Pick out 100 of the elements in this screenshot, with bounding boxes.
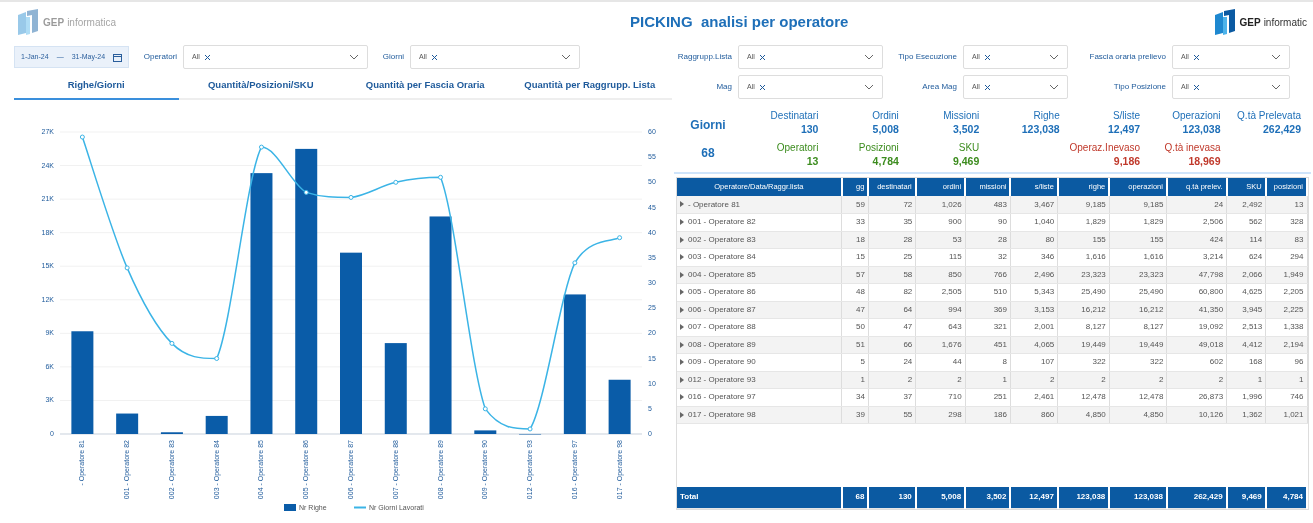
table-cell: 1,829	[1057, 213, 1110, 231]
expand-icon[interactable]	[680, 306, 684, 313]
clear-icon[interactable]	[983, 53, 991, 61]
table-cell: 643	[915, 318, 966, 336]
bar	[205, 415, 228, 434]
kpi-value: 4,784	[871, 154, 899, 169]
chevron-icon	[1271, 54, 1281, 60]
filter-label: Tipo Esecuzione	[897, 51, 957, 63]
table-cell: 9,185	[1057, 196, 1110, 214]
table-cell: 82	[868, 283, 916, 301]
kpi-value: 5,008	[871, 122, 899, 137]
tab[interactable]: Quantità per Fascia Oraria	[343, 77, 508, 100]
expand-icon[interactable]	[680, 411, 684, 418]
table-cell: 1,616	[1057, 248, 1110, 266]
logo-text: GEP	[43, 15, 65, 30]
table-cell: 1,829	[1109, 213, 1167, 231]
kpi-label: Ordini	[871, 110, 899, 122]
total-cell: 68	[841, 486, 869, 509]
kpi-value: 130	[799, 122, 819, 137]
table-cell: 294	[1265, 248, 1307, 266]
table-cell: 322	[1057, 353, 1110, 371]
expand-icon[interactable]	[680, 236, 684, 243]
chevron-icon	[864, 84, 874, 90]
kpi-label: Giorni	[690, 117, 726, 134]
filter-label: Giorni	[381, 51, 405, 63]
table-cell: 35	[868, 213, 916, 231]
kpi-label: Operazioni	[1171, 110, 1221, 122]
data-point	[348, 194, 354, 200]
filter-label: Mag	[715, 81, 732, 93]
logo-text: GEP	[1239, 15, 1261, 30]
total-cell: 130	[868, 486, 916, 509]
total-cell: 4,784	[1265, 486, 1307, 509]
chevron-icon	[561, 54, 572, 60]
table-cell: 710	[915, 388, 966, 406]
chevron-icon	[864, 54, 874, 60]
expand-icon[interactable]	[680, 219, 684, 226]
table-cell: 003 - Operatore 84	[688, 252, 756, 262]
kpi-value: 123,038	[1181, 122, 1221, 137]
bar	[608, 379, 631, 434]
table-cell: 2,513	[1226, 318, 1266, 336]
tab[interactable]: Quantità per Raggrupp. Lista	[507, 77, 672, 100]
expand-icon[interactable]	[680, 201, 684, 208]
total-cell: 5,008	[915, 486, 966, 509]
table-cell: 002 - Operatore 83	[688, 234, 756, 244]
kpi-label: Q.tà Prelevata	[1236, 110, 1301, 122]
table-cell: 25	[868, 248, 916, 266]
data-point	[527, 426, 533, 432]
tab[interactable]: Quantità/Posizioni/SKU	[178, 77, 343, 100]
table-cell: - Operatore 81	[688, 199, 741, 209]
table-cell: 15	[841, 248, 869, 266]
table-cell: 90	[965, 213, 1011, 231]
table-cell: 007 - Operatore 88	[688, 322, 756, 332]
total-cell: Total	[677, 486, 842, 509]
clear-icon[interactable]	[758, 53, 766, 61]
table-cell: 168	[1226, 353, 1266, 371]
table-cell: 006 - Operatore 87	[688, 304, 756, 314]
total-cell: 9,469	[1226, 486, 1266, 509]
chevron-icon	[349, 54, 360, 60]
kpi-label: Operatori	[775, 142, 819, 154]
expand-icon[interactable]	[680, 341, 684, 348]
table-cell: 8	[965, 353, 1011, 371]
expand-icon[interactable]	[680, 254, 684, 261]
table-cell: 2,492	[1226, 196, 1266, 214]
expand-icon[interactable]	[680, 324, 684, 331]
expand-icon[interactable]	[680, 394, 684, 401]
table-cell: 8,127	[1057, 318, 1110, 336]
calendar-icon[interactable]	[113, 52, 123, 62]
table-cell: 12,478	[1057, 388, 1110, 406]
table-cell: 47	[868, 318, 916, 336]
expand-icon[interactable]	[680, 376, 684, 383]
kpi-label: S/liste	[1111, 110, 1141, 122]
table-cell: 602	[1166, 353, 1227, 371]
clear-icon[interactable]	[1192, 53, 1200, 61]
table-cell: 004 - Operatore 85	[688, 269, 756, 279]
kpi-value: 18,969	[1187, 154, 1221, 169]
clear-icon[interactable]	[203, 53, 211, 61]
tab[interactable]: Righe/Giorni	[14, 77, 179, 100]
table-cell: 562	[1226, 213, 1266, 231]
table-cell: 34	[841, 388, 869, 406]
kpi-label: Righe	[1032, 110, 1060, 122]
kpi-label: Missioni	[942, 110, 980, 122]
table-cell: 1,996	[1226, 388, 1266, 406]
clear-icon[interactable]	[758, 83, 766, 91]
page-title: PICKING analisi per operatore	[630, 11, 849, 32]
table-cell: 2,461	[1010, 388, 1058, 406]
table-cell: 32	[965, 248, 1011, 266]
table-cell: 483	[965, 196, 1011, 214]
table-cell: 012 - Operatore 93	[688, 374, 756, 384]
expand-icon[interactable]	[680, 271, 684, 278]
expand-icon[interactable]	[680, 289, 684, 296]
clear-icon[interactable]	[983, 83, 991, 91]
expand-icon[interactable]	[680, 359, 684, 366]
data-point	[79, 134, 85, 140]
table-cell: 1,338	[1265, 318, 1307, 336]
table-cell: 25,490	[1109, 283, 1167, 301]
clear-icon[interactable]	[430, 53, 438, 61]
total-cell: 123,038	[1057, 486, 1110, 509]
clear-icon[interactable]	[1192, 83, 1200, 91]
table-cell: 322	[1109, 353, 1167, 371]
table-cell: 59	[841, 196, 869, 214]
